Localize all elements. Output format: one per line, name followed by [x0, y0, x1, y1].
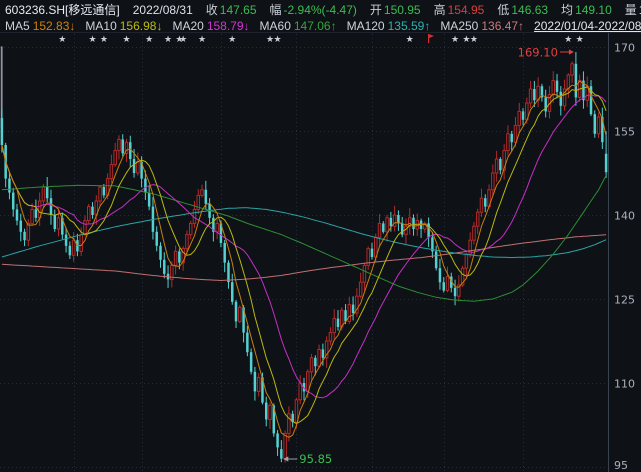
stat-high-label: 高: [434, 3, 446, 17]
y-axis-label: 95: [614, 459, 628, 472]
ma-legend-row: MA5152.83↓ MA10156.98↓ MA20158.79↓ MA601…: [0, 18, 641, 33]
quote-date: 2022/08/31: [133, 3, 193, 17]
stat-high: 高154.95: [434, 1, 485, 18]
event-star-icon[interactable]: ★: [100, 35, 108, 45]
stat-close: 收147.65: [206, 1, 257, 18]
ma10-label: MA10: [85, 19, 116, 33]
svg-text:169.10: 169.10: [518, 46, 558, 60]
stat-open-label: 开: [370, 3, 382, 17]
ma20-value: 158.79↓: [207, 19, 250, 33]
ma60-line: [2, 176, 606, 302]
stat-high-value: 154.95: [448, 3, 485, 17]
stock-chart-app: { "header": { "code": "603236.SH[移远通信]",…: [0, 0, 641, 472]
candlestick-chart[interactable]: ★★★★★★★★★★★★★★★★★★169.1095.8517015514012…: [0, 0, 641, 472]
stat-change-value: -2.94%(-4.47): [284, 3, 357, 17]
ma60-label: MA60: [260, 19, 291, 33]
event-star-icon[interactable]: ★: [470, 35, 478, 45]
stat-volume-label: 量: [625, 3, 637, 17]
event-star-icon[interactable]: ★: [228, 35, 236, 45]
stock-code[interactable]: 603236.SH[移远通信]: [5, 1, 120, 18]
ma20-legend: MA20 158.79↓: [172, 19, 249, 33]
stat-close-value: 147.65: [220, 3, 257, 17]
stat-close-label: 收: [206, 3, 218, 17]
ma250-label: MA250: [440, 19, 478, 33]
ma5-value: 152.83↓: [33, 19, 76, 33]
ma5-label: MA5: [5, 19, 30, 33]
event-star-icon[interactable]: ★: [88, 35, 96, 45]
y-axis-label: 155: [614, 126, 635, 139]
event-star-icon[interactable]: ★: [58, 35, 66, 45]
ma20-label: MA20: [172, 19, 203, 33]
y-axis-label: 170: [614, 42, 635, 55]
stat-low-value: 146.63: [511, 3, 548, 17]
y-axis-label: 125: [614, 294, 635, 307]
event-star-icon[interactable]: ★: [164, 35, 172, 45]
stat-low: 低146.63: [497, 1, 548, 18]
event-star-icon[interactable]: ★: [451, 35, 459, 45]
stat-open: 开150.95: [370, 1, 421, 18]
stat-avg-value: 149.10: [575, 3, 612, 17]
event-star-icon[interactable]: ★: [145, 35, 153, 45]
low-annotation: 95.85: [283, 452, 332, 466]
ma250-value: 136.47↑: [481, 19, 524, 33]
quote-header-row: 603236.SH[移远通信] 2022/08/31 收147.65 幅-2.9…: [0, 0, 641, 18]
ma120-legend: MA120135.59↑: [347, 19, 431, 33]
ma120-label: MA120: [347, 19, 385, 33]
event-star-icon[interactable]: ★: [564, 35, 572, 45]
svg-text:95.85: 95.85: [299, 452, 332, 466]
y-axis-label: 140: [614, 210, 635, 223]
high-annotation: 169.10: [518, 46, 574, 60]
ma60-legend: MA60147.06↑: [260, 19, 337, 33]
date-range-link[interactable]: 2022/01/04-2022/08/31(161日): [534, 18, 641, 33]
ma5-legend: MA5152.83↓: [5, 19, 75, 33]
stat-change-label: 幅: [270, 3, 282, 17]
quote-header: 603236.SH[移远通信] 2022/08/31 收147.65 幅-2.9…: [0, 0, 641, 33]
event-flag-icon[interactable]: [429, 34, 435, 43]
ma10-legend: MA10 156.98↓: [85, 19, 162, 33]
stat-avg: 均149.10: [561, 1, 612, 18]
stat-open-value: 150.95: [384, 3, 421, 17]
ma60-value: 147.06↑: [294, 19, 337, 33]
stat-avg-label: 均: [561, 3, 573, 17]
event-star-icon[interactable]: ★: [198, 35, 206, 45]
stat-low-label: 低: [497, 3, 509, 17]
event-star-icon[interactable]: ★: [576, 35, 584, 45]
event-star-icon[interactable]: ★: [274, 35, 282, 45]
stat-change: 幅-2.94%(-4.47): [270, 1, 357, 18]
event-star-icon[interactable]: ★: [179, 35, 187, 45]
ma10-value: 156.98↓: [120, 19, 163, 33]
event-star-icon[interactable]: ★: [122, 35, 130, 45]
event-star-icon[interactable]: ★: [406, 35, 414, 45]
event-markers[interactable]: ★★★★★★★★★★★★★★★★★★: [58, 34, 583, 45]
ma120-value: 135.59↑: [388, 19, 431, 33]
ma250-legend: MA250136.47↑: [440, 19, 524, 33]
stat-volume: 量1.23万: [625, 1, 641, 18]
y-axis-label: 110: [614, 378, 635, 391]
